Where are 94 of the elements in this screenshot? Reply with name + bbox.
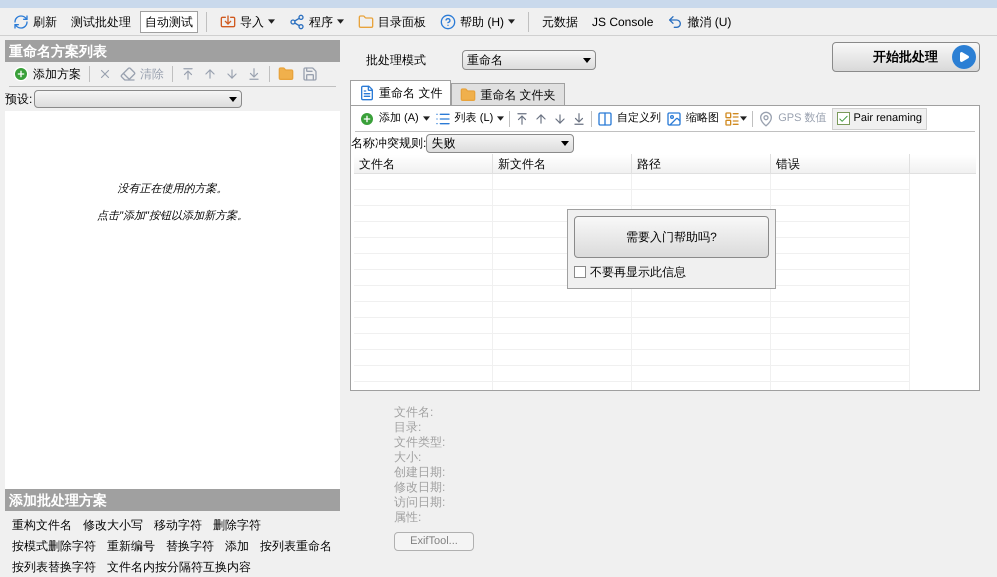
toolbar-button[interactable]: 帮助 (H) bbox=[435, 10, 520, 32]
panel-header: 添加批处理方案 bbox=[5, 489, 340, 511]
toolbar-icon bbox=[358, 14, 374, 30]
toolbar-button[interactable]: 测试批处理 bbox=[66, 10, 136, 32]
plus-icon bbox=[13, 66, 29, 82]
rule-link[interactable]: 按列表替换字符 bbox=[12, 558, 96, 576]
rule-link[interactable]: 重新编号 bbox=[107, 536, 155, 554]
rule-link[interactable]: 按模式删除字符 bbox=[12, 536, 96, 554]
exiftool-button[interactable]: ExifTool... bbox=[394, 532, 474, 551]
list-view-icon bbox=[724, 110, 740, 126]
toolbar-icon bbox=[289, 14, 305, 30]
dropdown-arrow-icon bbox=[583, 58, 591, 62]
info-label: 属性: bbox=[394, 510, 422, 525]
tab[interactable]: 重命名 文件 bbox=[350, 80, 452, 105]
conflict-dropdown[interactable]: 失败 bbox=[426, 134, 574, 152]
dropdown-arrow-icon bbox=[229, 96, 238, 102]
image-icon bbox=[666, 110, 682, 126]
columns-icon bbox=[597, 110, 614, 126]
list-icon bbox=[434, 110, 451, 126]
info-label: 访问日期: bbox=[394, 495, 446, 510]
rule-link[interactable]: 添加 bbox=[225, 536, 249, 554]
toolbar-button[interactable]: 程序 bbox=[284, 10, 349, 32]
close-icon[interactable] bbox=[98, 67, 112, 81]
move-bottom-icon[interactable] bbox=[572, 112, 586, 126]
toolbar-button[interactable]: 目录面板 bbox=[353, 10, 431, 32]
checkbox-label: 不要再显示此信息 bbox=[590, 264, 686, 281]
help-button[interactable]: 需要入门帮助吗? bbox=[574, 216, 769, 258]
info-label: 文件名: bbox=[394, 405, 434, 420]
toolbar-icon bbox=[440, 14, 456, 30]
rule-link[interactable]: 文件名内按分隔符互换内容 bbox=[107, 558, 251, 576]
preset-dropdown[interactable] bbox=[34, 90, 242, 108]
caret-icon bbox=[337, 19, 344, 24]
move-top-icon[interactable] bbox=[181, 67, 195, 81]
mode-dropdown[interactable]: 重命名 bbox=[462, 50, 596, 70]
empty-hint: 没有正在使用的方案。 bbox=[118, 182, 228, 197]
rule-link[interactable]: 替换字符 bbox=[166, 536, 214, 554]
info-label: 大小: bbox=[394, 450, 422, 465]
toolbar-button[interactable]: JS Console bbox=[587, 10, 658, 32]
move-top-icon[interactable] bbox=[515, 112, 530, 126]
rule-link[interactable]: 重构文件名 bbox=[12, 516, 72, 534]
column-header[interactable]: 错误 bbox=[771, 154, 910, 173]
info-label: 文件类型: bbox=[394, 435, 446, 450]
toolbar-button[interactable]: 导入 bbox=[215, 10, 280, 32]
toolbar-icon bbox=[220, 14, 236, 30]
move-up-icon[interactable] bbox=[534, 112, 548, 126]
toolbar-button[interactable]: 撤消 (U) bbox=[662, 10, 736, 32]
caret-icon bbox=[740, 116, 748, 121]
pin-icon bbox=[758, 110, 774, 126]
folder-icon bbox=[460, 86, 476, 102]
info-label: 创建日期: bbox=[394, 465, 446, 480]
toolbar-icon bbox=[667, 14, 684, 30]
info-label: 目录: bbox=[394, 420, 422, 435]
move-down-icon[interactable] bbox=[553, 112, 568, 126]
checkbox[interactable] bbox=[574, 266, 586, 278]
rule-link[interactable]: 按列表重命名 bbox=[260, 536, 332, 554]
conflict-label: 名称冲突规则: bbox=[351, 135, 426, 152]
column-header[interactable]: 文件名 bbox=[354, 154, 493, 173]
rule-link[interactable]: 删除字符 bbox=[213, 516, 261, 534]
file-icon bbox=[359, 85, 375, 101]
preset-label: 预设: bbox=[5, 91, 32, 108]
caret-icon bbox=[508, 19, 515, 24]
add-menu-button[interactable]: 添加 (A) bbox=[359, 110, 430, 127]
move-bottom-icon[interactable] bbox=[247, 67, 261, 81]
folder-icon[interactable] bbox=[278, 66, 294, 82]
toolbar-button[interactable]: 元数据 bbox=[537, 10, 583, 32]
start-button[interactable]: 开始批处理 bbox=[832, 42, 980, 72]
move-up-icon[interactable] bbox=[203, 67, 217, 81]
toolbar-button[interactable]: 刷新 bbox=[8, 10, 62, 32]
caret-icon bbox=[497, 116, 504, 121]
pair-renaming-toggle[interactable]: Pair renaming bbox=[832, 108, 928, 130]
toolbar-button[interactable]: 自动测试 bbox=[140, 10, 198, 32]
caret-icon bbox=[268, 19, 275, 24]
rule-link[interactable]: 修改大小写 bbox=[83, 516, 143, 534]
view-menu-button[interactable] bbox=[724, 110, 748, 126]
columns-button[interactable]: 自定义列 bbox=[597, 110, 662, 127]
plus-icon bbox=[359, 110, 375, 126]
list-menu-button[interactable]: 列表 (L) bbox=[434, 110, 504, 127]
add-scheme-button[interactable]: 添加方案 bbox=[13, 65, 81, 83]
rule-link[interactable]: 移动字符 bbox=[154, 516, 202, 534]
empty-hint: 点击"添加"按钮以添加新方案。 bbox=[97, 208, 248, 224]
save-icon[interactable] bbox=[302, 66, 318, 82]
tab[interactable]: 重命名 文件夹 bbox=[451, 83, 565, 105]
play-icon bbox=[952, 45, 976, 69]
info-label: 修改日期: bbox=[394, 480, 446, 495]
column-header[interactable]: 新文件名 bbox=[493, 154, 632, 173]
thumbnails-button[interactable]: 缩略图 bbox=[666, 110, 720, 127]
mode-label: 批处理模式 bbox=[366, 52, 427, 69]
toolbar-icon bbox=[13, 14, 29, 30]
move-down-icon[interactable] bbox=[225, 67, 239, 81]
panel-header: 重命名方案列表 bbox=[5, 40, 340, 62]
eraser-icon bbox=[120, 66, 136, 82]
caret-icon bbox=[422, 116, 430, 121]
column-header[interactable]: 路径 bbox=[632, 154, 771, 173]
dropdown-arrow-icon bbox=[561, 140, 570, 146]
